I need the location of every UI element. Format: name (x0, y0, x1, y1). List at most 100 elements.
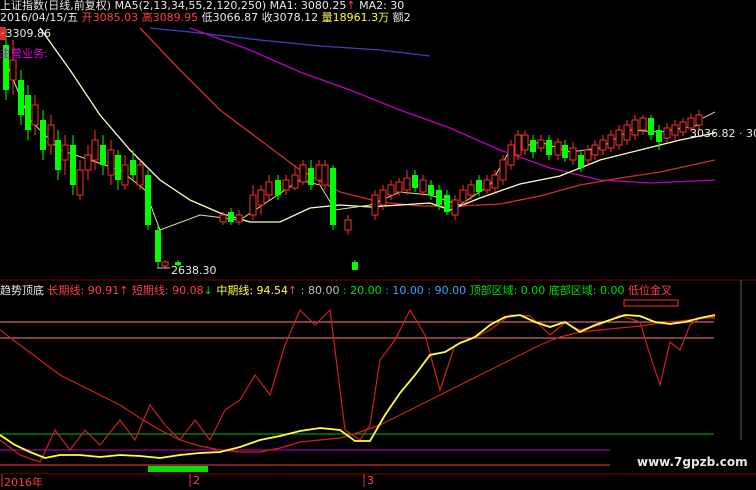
level-90-value: : 90.00 (427, 284, 467, 297)
candle-body (76, 169, 84, 196)
watermark: www.7gpzb.com (637, 455, 748, 469)
candle-body (315, 164, 323, 181)
candle-body (623, 124, 631, 141)
candle-body (412, 175, 418, 188)
candle-body (395, 181, 403, 193)
xaxis-label-2: 2 (193, 474, 200, 487)
candle-body (299, 164, 307, 183)
last-price-label: 3036.82 · 30 (690, 127, 756, 140)
low-price-label: 2638.30 (171, 264, 217, 277)
high-price-label: 3309.86 (5, 27, 52, 40)
candle-body (308, 168, 314, 185)
indicator-name[interactable]: 趋势顶底 (0, 284, 44, 297)
candle-body (344, 219, 352, 231)
candle-body (161, 261, 169, 267)
ma-long-line (189, 27, 716, 184)
long-term-value: 长期线: 90.91 (47, 284, 120, 297)
candle-body (695, 114, 703, 126)
candles-group (3, 30, 703, 270)
candle-body (379, 189, 387, 206)
candle-body (145, 175, 151, 225)
short-down-icon: ↓ (203, 284, 213, 297)
candle-body (321, 164, 329, 186)
candle-body (521, 134, 529, 151)
xaxis-label-year: 2016年 (4, 476, 43, 489)
ma-longest-line (149, 27, 431, 57)
bottom-zone-bar (148, 466, 208, 472)
last-pointer (702, 111, 716, 119)
candle-body (115, 155, 121, 180)
candle-body (291, 174, 299, 189)
candle-body (136, 164, 144, 186)
candle-body (18, 80, 24, 115)
bottom-zone-value: 底部区域: 0.00 (548, 284, 625, 297)
candle-body (257, 189, 265, 206)
candle-body (514, 134, 522, 156)
candle-body (249, 194, 257, 216)
candle-body (507, 144, 515, 166)
short-term-value: 短期线: 90.08 (131, 284, 204, 297)
candle-body (9, 59, 17, 81)
candle-body (656, 130, 662, 142)
candle-body (47, 124, 55, 146)
candle-body (599, 139, 607, 151)
candle-body (40, 120, 46, 150)
level-20-value: : 20.00 (342, 284, 382, 297)
high-price-tag: ·3309.86 (0, 27, 51, 40)
candle-body (121, 164, 129, 186)
business-label[interactable]: 主营业务: (0, 45, 48, 61)
candle-body (275, 180, 281, 195)
candle-body (387, 184, 395, 196)
mid-up-icon: ↑ (288, 284, 298, 297)
candle-body (607, 134, 615, 149)
candle-body (265, 181, 273, 196)
top-zone-value: 顶部区域: 0.00 (469, 284, 546, 297)
ma-short-line (39, 27, 716, 223)
candle-body (459, 189, 467, 203)
candle-body (219, 214, 227, 223)
candle-body (584, 149, 592, 161)
candle-body (55, 140, 61, 170)
candle-body (91, 139, 99, 161)
long-term-line (0, 316, 716, 453)
candle-body (491, 174, 499, 189)
candle-body (467, 184, 475, 196)
top-zone-box (623, 299, 679, 307)
candle-body (530, 140, 536, 152)
candle-body (61, 144, 69, 161)
candle-body (235, 214, 243, 223)
candle-body (130, 160, 136, 175)
level-80-value: : 80.00 (300, 284, 340, 297)
candle-body (631, 119, 639, 136)
low-gold-cross: 低位金叉 (627, 284, 672, 297)
level-10-value: : 10.00 (385, 284, 424, 297)
candle-body (615, 129, 623, 146)
candle-body (31, 104, 39, 126)
candle-body (84, 154, 92, 171)
candle-body (436, 190, 442, 205)
candle-body (537, 139, 545, 149)
candle-body (639, 117, 647, 131)
candle-body (100, 145, 106, 165)
candle-body (451, 199, 459, 216)
candle-body (155, 230, 161, 262)
candle-body (25, 95, 31, 130)
candle-body (671, 124, 679, 136)
ma-mid-line (139, 27, 716, 207)
candle-body (428, 185, 434, 195)
candle-body (352, 262, 358, 270)
candle-body (546, 140, 552, 155)
candle-body (499, 159, 507, 181)
candle-body (679, 121, 687, 133)
candle-body (228, 212, 234, 222)
short-term-line (0, 308, 715, 463)
candle-body (107, 149, 115, 176)
candle-body (419, 179, 427, 193)
candle-body (330, 168, 336, 225)
candle-body (554, 141, 562, 156)
xaxis-label-3: 3 (367, 474, 374, 487)
kline-chart[interactable] (0, 0, 756, 487)
candle-body (648, 118, 654, 135)
candle-body (663, 127, 671, 139)
candle-body (591, 144, 599, 156)
